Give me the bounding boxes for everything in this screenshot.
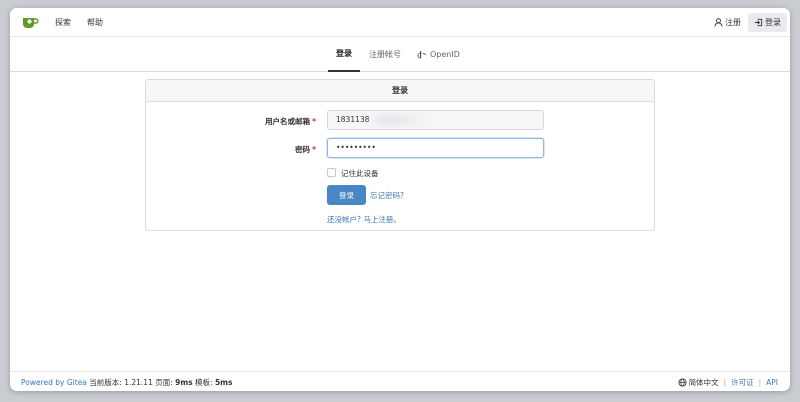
tab-login-label: 登录 [336,49,352,58]
template-time: 5ms [214,378,233,387]
api-link[interactable]: API [766,378,778,387]
language-selector[interactable]: 简体中文 [678,377,719,388]
redacted-area [369,114,429,126]
required-mark: * [312,117,316,126]
sign-in-icon [754,18,763,27]
language-label: 简体中文 [688,378,719,387]
nav-login-button[interactable]: 登录 [748,13,787,32]
password-label: 密码 * [146,144,316,155]
top-navbar: 探索 帮助 注册 登录 [10,8,790,37]
nav-explore[interactable]: 探索 [55,17,71,28]
user-icon [714,18,723,27]
page-footer: Powered by Gitea 当前版本: 1.21.11 页面: 9ms 模… [10,371,790,391]
browser-window: 探索 帮助 注册 登录 登录 注册帐号 OpenID 登录 用户名或邮箱 * 1… [10,8,790,391]
register-link[interactable]: 还没帐户? 马上注册。 [327,214,401,225]
password-value: ••••••••• [336,143,376,152]
login-button[interactable]: 登录 [327,185,366,205]
page-time: 9ms [175,378,193,387]
forgot-password-link[interactable]: 忘记密码? [370,190,404,201]
tab-register[interactable]: 注册帐号 [361,37,409,72]
remember-label[interactable]: 记住此设备 [341,168,379,179]
remember-checkbox[interactable] [327,168,336,177]
tab-openid-label: OpenID [430,50,460,59]
card-title: 登录 [146,80,654,102]
version-text: 当前版本: 1.21.11 页面: [89,378,176,387]
tab-login[interactable]: 登录 [328,37,360,72]
tab-register-label: 注册帐号 [369,50,401,59]
gitea-logo-icon[interactable] [22,15,40,29]
footer-version-info: Powered by Gitea 当前版本: 1.21.11 页面: 9ms 模… [21,377,232,388]
powered-by-link[interactable]: Powered by Gitea [21,378,87,387]
footer-links: 简体中文 | 许可证 | API [678,377,778,388]
login-card: 登录 用户名或邮箱 * 1831138 密码 * ••••••••• 记住此设备 登… [145,79,655,231]
template-text: 模板: [192,378,215,387]
globe-icon [678,378,687,387]
footer-separator: | [758,378,762,387]
nav-register-button[interactable]: 注册 [708,13,747,32]
username-input[interactable]: 1831138 [327,110,544,130]
nav-login-label: 登录 [765,18,781,27]
tab-openid[interactable]: OpenID [409,37,468,72]
required-mark: * [312,145,316,154]
openid-icon [417,50,426,59]
username-label-text: 用户名或邮箱 [265,117,311,126]
nav-register-label: 注册 [725,18,741,27]
password-input[interactable]: ••••••••• [327,138,544,158]
auth-tabs: 登录 注册帐号 OpenID [10,37,790,72]
username-label: 用户名或邮箱 * [146,116,316,127]
footer-separator: | [723,378,727,387]
username-value: 1831138 [336,115,370,124]
license-link[interactable]: 许可证 [731,377,754,388]
password-label-text: 密码 [295,145,311,154]
nav-help[interactable]: 帮助 [87,17,103,28]
